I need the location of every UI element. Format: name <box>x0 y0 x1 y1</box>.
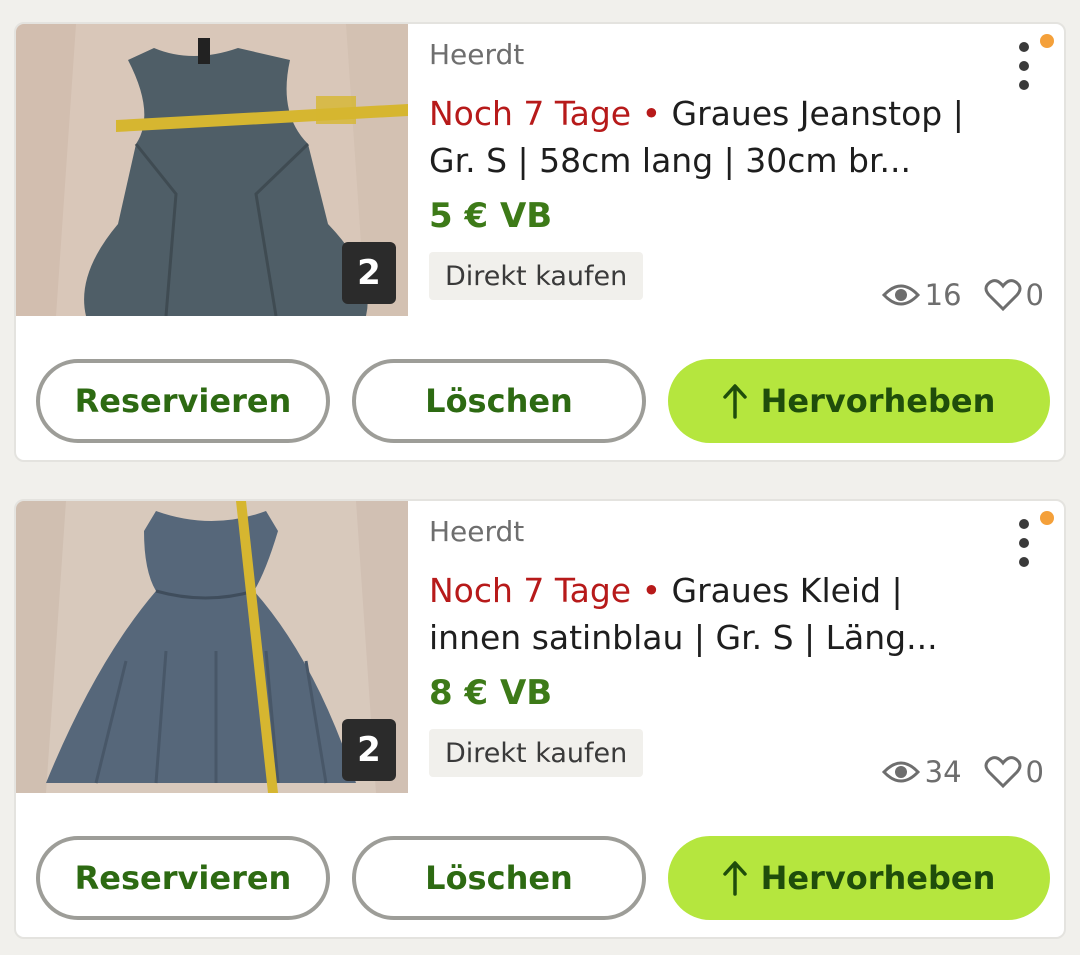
more-vertical-icon <box>1019 61 1029 71</box>
highlight-button-label: Hervorheben <box>760 382 996 420</box>
arrow-up-icon <box>722 861 747 896</box>
direct-buy-tag: Direkt kaufen <box>429 729 644 777</box>
reserve-button[interactable]: Reservieren <box>36 359 330 443</box>
favorites-stat: 0 <box>984 755 1044 789</box>
listing-price: 8 € VB <box>429 673 553 713</box>
expiry-label: Noch 7 Tage <box>429 571 632 610</box>
expiry-label: Noch 7 Tage <box>429 94 632 133</box>
more-vertical-icon <box>1019 80 1029 90</box>
listing-photo[interactable]: 2 <box>16 501 408 793</box>
separator-dot: • <box>641 571 662 610</box>
more-options-button[interactable] <box>1014 42 1034 90</box>
views-stat: 34 <box>881 755 962 789</box>
favorites-count: 0 <box>1025 278 1044 312</box>
listing-title[interactable]: Noch 7 Tage • Graues Jeanstop | Gr. S | … <box>429 90 989 184</box>
listing-card[interactable]: 2 Heerdt Noch 7 Tage • Graues Jeanstop |… <box>14 22 1066 462</box>
highlight-button[interactable]: Hervorheben <box>668 359 1050 443</box>
listing-photo[interactable]: 2 <box>16 24 408 316</box>
favorites-count: 0 <box>1025 755 1044 789</box>
delete-button[interactable]: Löschen <box>352 836 646 920</box>
listing-price: 5 € VB <box>429 196 553 236</box>
highlight-button[interactable]: Hervorheben <box>668 836 1050 920</box>
highlight-button-label: Hervorheben <box>760 859 996 897</box>
arrow-up-icon <box>722 384 747 419</box>
photo-count-badge: 2 <box>342 242 396 304</box>
heart-icon <box>984 756 1022 789</box>
delete-button[interactable]: Löschen <box>352 359 646 443</box>
notification-dot <box>1040 34 1054 48</box>
direct-buy-tag: Direkt kaufen <box>429 252 644 300</box>
listing-stats: 34 0 <box>881 755 1044 789</box>
eye-icon <box>881 284 920 306</box>
listing-location: Heerdt <box>429 515 525 548</box>
more-vertical-icon <box>1019 557 1029 567</box>
heart-icon <box>984 279 1022 312</box>
separator-dot: • <box>641 94 662 133</box>
reserve-button[interactable]: Reservieren <box>36 836 330 920</box>
listing-location: Heerdt <box>429 38 525 71</box>
listing-actions: Reservieren Löschen Hervorheben <box>36 836 1050 920</box>
views-count: 16 <box>924 278 962 312</box>
photo-count-badge: 2 <box>342 719 396 781</box>
listing-stats: 16 0 <box>881 278 1044 312</box>
listing-actions: Reservieren Löschen Hervorheben <box>36 359 1050 443</box>
favorites-stat: 0 <box>984 278 1044 312</box>
notification-dot <box>1040 511 1054 525</box>
more-vertical-icon <box>1019 519 1029 529</box>
more-vertical-icon <box>1019 42 1029 52</box>
listing-title[interactable]: Noch 7 Tage • Graues Kleid | innen satin… <box>429 567 989 661</box>
views-count: 34 <box>924 755 962 789</box>
more-options-button[interactable] <box>1014 519 1034 567</box>
listing-card[interactable]: 2 Heerdt Noch 7 Tage • Graues Kleid | in… <box>14 499 1066 939</box>
views-stat: 16 <box>881 278 962 312</box>
more-vertical-icon <box>1019 538 1029 548</box>
eye-icon <box>881 761 920 783</box>
